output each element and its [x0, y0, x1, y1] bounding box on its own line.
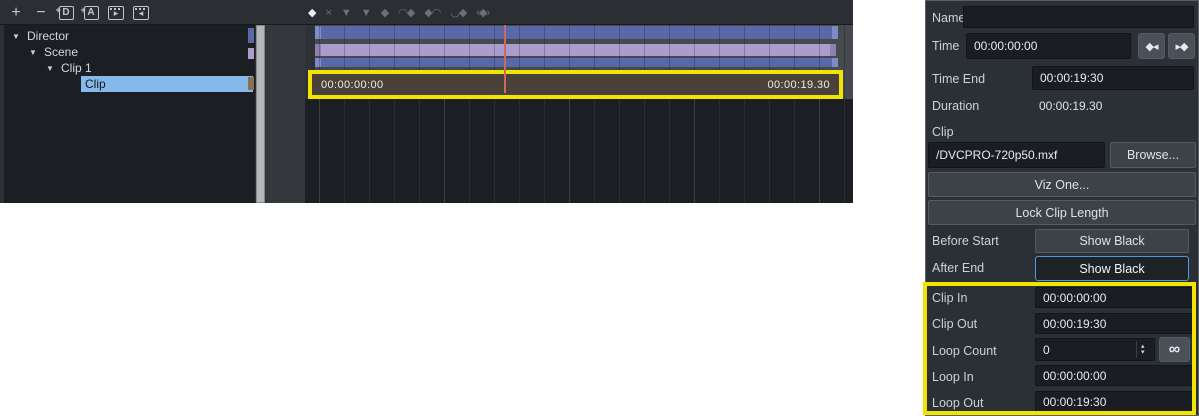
clip-properties-panel: Name Time 00:00:00:00 ◆◂ ▸◆ Time End 00:…	[925, 0, 1199, 416]
chevron-down-icon[interactable]: ▼	[27, 48, 39, 57]
loop-infinite-button[interactable]: ∞	[1159, 337, 1190, 362]
loop-count-label: Loop Count	[932, 344, 997, 358]
prev-keyframe-button[interactable]: ◆◂	[1138, 33, 1165, 59]
clip-end-timecode: 00:00:19.30	[767, 79, 830, 91]
plus-badge-icon: +	[81, 1, 86, 19]
clip-out-input[interactable]: 00:00:19:30	[1035, 313, 1195, 334]
after-end-label: After End	[932, 261, 984, 275]
clip-section-label: Clip	[932, 125, 954, 139]
toolbar: + − + D + A ▸ ◂	[0, 0, 853, 25]
tree-item-director[interactable]: ▼ Director	[4, 28, 255, 44]
time-end-label: Time End	[932, 72, 985, 86]
remove-icon[interactable]: −	[33, 4, 49, 22]
add-keyframe-icon[interactable]: ◆	[308, 6, 315, 19]
clip-path-input[interactable]: /DVCPRO-720p50.mxf	[928, 142, 1105, 168]
director-color-marker	[248, 28, 254, 43]
loop-out-label: Loop Out	[932, 396, 983, 410]
clip-color-marker	[248, 77, 254, 90]
browse-button[interactable]: Browse...	[1110, 142, 1196, 168]
loop-count-stepper[interactable]: ▴ ▾	[1136, 341, 1145, 358]
next-keyframe-button[interactable]: ▸◆	[1168, 33, 1195, 59]
clip-out-label: Clip Out	[932, 317, 977, 331]
lock-clip-length-button[interactable]: Lock Clip Length	[928, 200, 1196, 225]
smooth-out-tangent-icon[interactable]: ◆◠	[424, 6, 440, 19]
name-input[interactable]	[963, 6, 1194, 28]
action-box-icon: + A	[84, 6, 99, 20]
timeline-editor-region: + − + D + A ▸ ◂	[0, 0, 853, 203]
tree-item-label: Director	[27, 29, 69, 43]
duration-value: 00:00:19.30	[1039, 99, 1102, 113]
tree-item-clip-selected[interactable]: Clip	[81, 76, 253, 92]
chevron-down-icon[interactable]: ▼	[44, 64, 56, 73]
time-end-input[interactable]: 00:00:19:30	[1032, 66, 1194, 90]
director-box-icon: + D	[59, 6, 74, 20]
clip-out-marker-icon[interactable]: ◂	[133, 4, 149, 22]
clip-track-bar-highlighted[interactable]: 00:00:00:00 00:00:19.30	[308, 70, 843, 99]
smooth-both-tangent-icon[interactable]: ◡◆	[450, 6, 466, 19]
after-end-show-black-button[interactable]: Show Black	[1035, 256, 1189, 281]
playhead-cursor[interactable]	[504, 25, 506, 93]
time-label: Time	[932, 39, 959, 53]
clip-in-label: Clip In	[932, 291, 967, 305]
stepper-down-icon[interactable]: ▾	[1141, 350, 1145, 356]
tree-item-label: Clip 1	[61, 61, 92, 75]
clip-in-marker-icon[interactable]: ▸	[108, 4, 124, 22]
loop-in-input[interactable]: 00:00:00:00	[1035, 365, 1195, 386]
keyframe-toolbar: ◆ × ▼ ▼ ◆ ◠◆ ◆◠ ◡◆ ‹◆›	[308, 0, 489, 25]
viz-one-button[interactable]: Viz One...	[928, 172, 1196, 197]
panel-splitter[interactable]	[266, 25, 305, 203]
chevron-down-icon[interactable]: ▼	[10, 32, 22, 41]
delete-filtered-keyframes-icon[interactable]: ▼	[361, 7, 371, 19]
add-action-icon[interactable]: + A	[83, 4, 99, 22]
tree-item-clip1[interactable]: ▼ Clip 1	[4, 60, 255, 76]
tree-item-scene[interactable]: ▼ Scene	[4, 44, 255, 60]
linear-tangent-icon[interactable]: ◆	[381, 6, 388, 19]
smooth-in-tangent-icon[interactable]: ◠◆	[398, 6, 414, 19]
action-letter: A	[87, 4, 94, 22]
scene-color-marker	[248, 48, 254, 59]
tree-item-label: Clip	[85, 77, 106, 91]
loop-out-input[interactable]: 00:00:19:30	[1035, 391, 1195, 412]
time-input[interactable]: 00:00:00:00	[966, 33, 1131, 59]
timeline-empty-area	[305, 99, 853, 203]
director-letter: D	[62, 4, 69, 22]
filter-keyframes-icon[interactable]: ▼	[341, 7, 351, 19]
delete-keyframe-icon[interactable]: ×	[325, 7, 330, 19]
timeline-panel: 00:00:00:00 00:00:19.30	[305, 25, 853, 203]
tree-item-label: Scene	[44, 45, 78, 59]
tree-toolbar: + − + D + A ▸ ◂	[8, 0, 149, 25]
timeline-lanes: 00:00:00:00 00:00:19.30	[305, 25, 853, 99]
film-play-icon: ▸	[108, 6, 124, 20]
stage-manager-window: + − + D + A ▸ ◂	[0, 0, 1199, 416]
clip-start-timecode: 00:00:00:00	[321, 79, 384, 91]
infinity-icon: ∞	[1169, 341, 1180, 359]
loop-in-label: Loop In	[932, 370, 974, 384]
film-reverse-icon: ◂	[133, 6, 149, 20]
add-icon[interactable]: +	[8, 4, 24, 22]
add-director-icon[interactable]: + D	[58, 4, 74, 22]
next-keyframe-icon: ▸◆	[1176, 40, 1188, 53]
plus-badge-icon: +	[56, 1, 61, 19]
tree-scrollbar[interactable]	[256, 25, 265, 203]
before-start-show-black-button[interactable]: Show Black	[1035, 229, 1189, 253]
hold-tangent-icon[interactable]: ‹◆›	[476, 6, 489, 19]
prev-keyframe-icon: ◆◂	[1146, 40, 1158, 53]
director-tree: ▼ Director ▼ Scene ▼ Clip 1 Clip	[4, 25, 255, 203]
clip-in-input[interactable]: 00:00:00:00	[1035, 287, 1195, 308]
before-start-label: Before Start	[932, 234, 999, 248]
name-label: Name	[932, 11, 965, 25]
duration-label: Duration	[932, 99, 979, 113]
